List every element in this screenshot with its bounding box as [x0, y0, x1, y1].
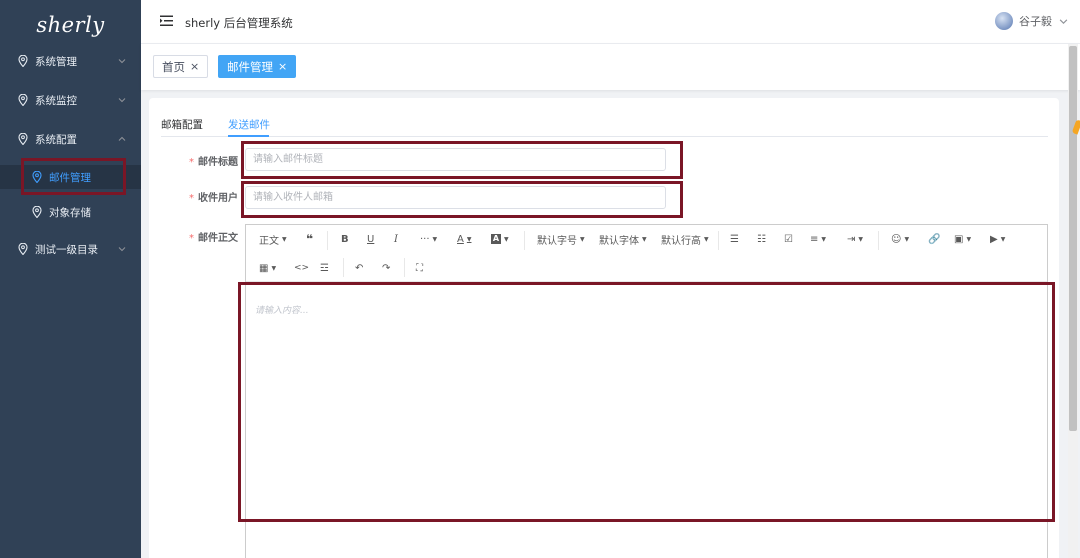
active-tab-indicator: [228, 135, 269, 137]
avatar: [995, 12, 1013, 30]
recipient-label: * 收件用户: [189, 193, 238, 204]
font-family-select[interactable]: 默认字体 ▼: [599, 232, 647, 247]
location-pin-icon: [18, 133, 28, 145]
background-color-icon[interactable]: A ▼: [491, 232, 509, 246]
chevron-down-icon: [118, 59, 126, 64]
toolbar-divider: [718, 231, 719, 250]
menu-fold-icon[interactable]: [160, 15, 173, 27]
heading-label: 正文: [259, 235, 279, 247]
numbered-list-icon[interactable]: ☷: [757, 232, 766, 246]
tag-mail-management[interactable]: 邮件管理 ×: [218, 55, 297, 78]
more-style-menu[interactable]: ··· ▼: [420, 232, 437, 246]
menu-item-system-management[interactable]: 系统管理: [0, 49, 141, 73]
tab-send-mail[interactable]: 发送邮件: [228, 117, 270, 132]
video-icon[interactable]: ▶ ▼: [990, 232, 1005, 246]
caret-down-icon: ▼: [821, 235, 827, 243]
font-color-icon[interactable]: A ▼: [457, 232, 471, 246]
toolbar-divider: [327, 231, 328, 250]
heading-select[interactable]: 正文 ▼: [259, 232, 287, 247]
logo: sherly: [36, 13, 105, 37]
caret-down-icon: ▼: [966, 235, 972, 243]
location-pin-icon: [18, 243, 28, 255]
highlight-box: [241, 141, 683, 179]
tabs: 邮箱配置 发送邮件: [161, 117, 1048, 137]
toolbar-divider: [524, 231, 525, 250]
caret-down-icon: ▼: [432, 235, 438, 243]
more-icon: ···: [420, 233, 430, 245]
caret-down-icon: ▼: [642, 235, 647, 243]
redo-icon[interactable]: ↷: [382, 261, 390, 275]
menu-label: 测试一级目录: [35, 243, 98, 256]
italic-icon[interactable]: I: [394, 232, 398, 246]
tag-label: 首页: [162, 59, 185, 74]
caret-down-icon: ▼: [466, 235, 472, 243]
location-pin-icon: [18, 55, 28, 67]
menu-item-system-config[interactable]: 系统配置: [0, 127, 141, 151]
caret-down-icon: ▼: [271, 264, 277, 272]
close-icon[interactable]: ×: [278, 60, 287, 73]
code-icon[interactable]: <>: [294, 261, 309, 275]
highlight-box: [21, 158, 126, 195]
tags-view: 首页 × 邮件管理 ×: [141, 44, 1080, 90]
menu-item-test-directory[interactable]: 测试一级目录: [0, 237, 141, 261]
todo-checkbox-icon[interactable]: ☑: [784, 232, 793, 246]
subject-label: * 邮件标题: [189, 157, 238, 168]
table-icon[interactable]: ▦ ▼: [259, 261, 276, 275]
user-dropdown[interactable]: 谷子毅: [995, 12, 1068, 30]
line-height-label: 默认行高: [661, 235, 701, 247]
underline-icon[interactable]: U: [367, 232, 374, 246]
tab-mailbox-config[interactable]: 邮箱配置: [161, 117, 203, 132]
toolbar-divider: [343, 258, 344, 277]
caret-down-icon: ▼: [904, 235, 910, 243]
font-size-label: 默认字号: [537, 235, 577, 247]
highlight-box: [241, 181, 683, 218]
chevron-down-icon: [1059, 18, 1068, 24]
caret-down-icon: ▼: [504, 235, 509, 243]
location-pin-icon: [18, 94, 28, 106]
chevron-up-icon: [118, 136, 126, 141]
line-height-select[interactable]: 默认行高 ▼: [661, 232, 709, 247]
caret-down-icon: ▼: [858, 235, 864, 243]
link-icon[interactable]: 🔗: [928, 232, 940, 246]
chevron-down-icon: [118, 98, 126, 103]
toolbar-divider: [878, 231, 879, 250]
chevron-down-icon: [118, 247, 126, 252]
fullscreen-icon[interactable]: ⛶: [416, 261, 423, 275]
submenu-item-object-storage[interactable]: 对象存储: [0, 200, 141, 224]
close-icon[interactable]: ×: [190, 60, 199, 73]
caret-down-icon: ▼: [282, 235, 287, 243]
emoji-icon[interactable]: ☺ ▼: [891, 232, 909, 246]
scrollbar-thumb[interactable]: [1069, 46, 1077, 431]
menu-label: 系统配置: [35, 133, 77, 146]
highlight-box: [238, 282, 1055, 522]
undo-icon[interactable]: ↶: [355, 261, 363, 275]
submenu-label: 对象存储: [49, 206, 91, 219]
app-title: sherly 后台管理系统: [185, 16, 293, 30]
editor-toolbar: 正文 ▼ ❝ B U I ··· ▼ A ▼ A ▼ 默认字号 ▼ 默认字体 ▼ 默认行高 ▼…: [246, 225, 1047, 282]
menu-label: 系统监控: [35, 94, 77, 107]
font-size-select[interactable]: 默认字号 ▼: [537, 232, 585, 247]
toolbar-divider: [404, 258, 405, 277]
blockquote-icon[interactable]: ❝: [306, 232, 313, 246]
divider-line-icon[interactable]: ☲: [320, 261, 329, 275]
top-navbar: sherly 后台管理系统 谷子毅: [141, 0, 1080, 44]
menu-item-system-monitor[interactable]: 系统监控: [0, 88, 141, 112]
body-label: * 邮件正文: [189, 233, 238, 244]
align-icon[interactable]: ≡ ▼: [810, 232, 826, 246]
tag-home[interactable]: 首页 ×: [153, 55, 209, 78]
user-name: 谷子毅: [1019, 15, 1052, 28]
tag-label: 邮件管理: [227, 59, 273, 74]
location-pin-icon: [32, 206, 42, 218]
main-card: 邮箱配置 发送邮件 *邮件标题 *收件用户 *邮件正文 正文▼ ❝ B U I …: [149, 98, 1059, 558]
indent-icon[interactable]: ⇥ ▼: [847, 232, 863, 246]
sidebar: sherly 系统管理 系统监控 系统配置 邮件管理 对象存储 测试一级目录: [0, 0, 141, 558]
caret-down-icon: ▼: [1000, 235, 1006, 243]
font-family-label: 默认字体: [599, 235, 639, 247]
bulleted-list-icon[interactable]: ☰: [730, 232, 739, 246]
caret-down-icon: ▼: [580, 235, 585, 243]
menu-label: 系统管理: [35, 55, 77, 68]
image-icon[interactable]: ▣ ▼: [954, 232, 971, 246]
bold-icon[interactable]: B: [341, 232, 349, 246]
caret-down-icon: ▼: [704, 235, 709, 243]
